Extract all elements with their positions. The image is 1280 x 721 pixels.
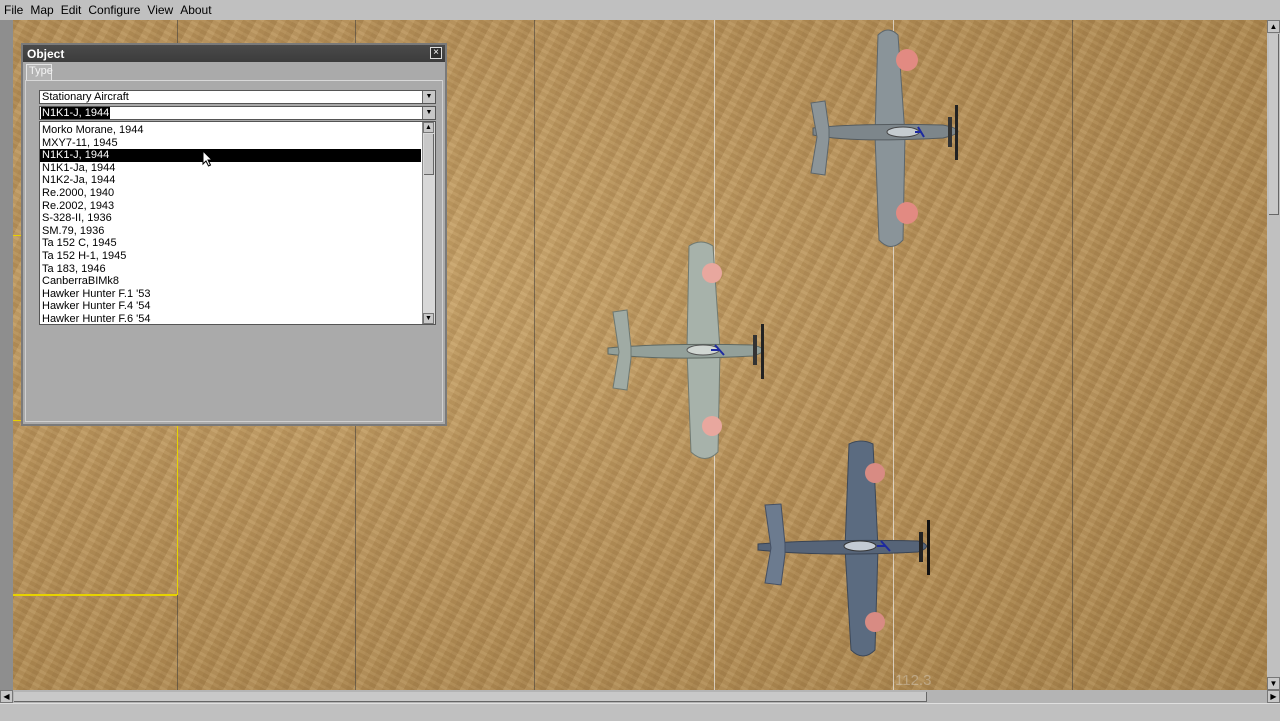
menu-about[interactable]: About: [176, 3, 214, 17]
map-coordinate-label: 112.3: [895, 672, 932, 689]
type-list-scroll-thumb[interactable]: [424, 134, 434, 175]
arrow-up-icon[interactable]: ▲: [1267, 20, 1280, 33]
map-yellow-line: [177, 420, 178, 595]
type-list-scrollbar[interactable]: ▲ ▼: [422, 122, 435, 324]
map-vertical-scrollbar[interactable]: ▲ ▼: [1267, 20, 1280, 690]
chevron-down-icon[interactable]: ▼: [422, 91, 435, 103]
arrow-down-icon[interactable]: ▼: [423, 313, 434, 324]
menu-view[interactable]: View: [143, 3, 176, 17]
list-item[interactable]: Ta 152 C, 1945: [40, 237, 424, 250]
map-yellow-line: [13, 594, 177, 596]
list-item[interactable]: S-328-II, 1936: [40, 212, 424, 225]
close-icon[interactable]: ×: [430, 47, 442, 59]
arrow-left-icon[interactable]: ◀: [0, 690, 13, 703]
list-item[interactable]: MXY7-11, 1945: [40, 137, 424, 150]
menu-map[interactable]: Map: [26, 3, 56, 17]
list-item[interactable]: Re.2000, 1940: [40, 187, 424, 200]
object-panel-titlebar[interactable]: Object ×: [23, 45, 445, 62]
list-item[interactable]: Re.2002, 1943: [40, 200, 424, 213]
arrow-down-icon[interactable]: ▼: [1267, 677, 1280, 690]
list-item[interactable]: SM.79, 1936: [40, 225, 424, 238]
stationary-aircraft-n1k1j[interactable]: [753, 440, 953, 665]
map-horizontal-scrollbar[interactable]: ◀ ▶: [0, 690, 1280, 703]
list-item[interactable]: Hawker Hunter F.6 '54: [40, 313, 424, 324]
map-left-border: [0, 20, 13, 690]
menu-bar: File Map Edit Configure View About: [0, 0, 1280, 20]
list-item[interactable]: N1K1-J, 1944: [40, 149, 421, 162]
chevron-down-icon[interactable]: ▼: [422, 107, 435, 119]
map-grid-line: [534, 20, 535, 690]
arrow-up-icon[interactable]: ▲: [423, 122, 434, 133]
horizontal-scroll-thumb[interactable]: [14, 692, 927, 702]
list-item[interactable]: Morko Morane, 1944: [40, 124, 424, 137]
list-item[interactable]: Hawker Hunter F.4 '54: [40, 300, 424, 313]
list-item[interactable]: Hawker Hunter F.1 '53: [40, 288, 424, 301]
list-item[interactable]: Ta 183, 1946: [40, 263, 424, 276]
menu-file[interactable]: File: [0, 3, 26, 17]
stationary-aircraft-n1k1j[interactable]: [793, 25, 983, 255]
menu-configure[interactable]: Configure: [84, 3, 143, 17]
map-grid-line: [1072, 20, 1073, 690]
type-list[interactable]: Morko Morane, 1944 MXY7-11, 1945 N1K1-J, 1…: [39, 121, 436, 325]
status-bar: [0, 703, 1280, 721]
list-item[interactable]: CanberraBIMk8: [40, 275, 424, 288]
object-panel: Object × Type Stationary Aircraft ▼ N1K1…: [21, 43, 447, 426]
object-panel-title: Object: [27, 47, 65, 61]
stationary-aircraft-n1k1j[interactable]: [603, 240, 783, 465]
type-select-value: N1K1-J, 1944: [41, 107, 111, 119]
list-item[interactable]: N1K2-Ja, 1944: [40, 174, 424, 187]
type-list-items: Morko Morane, 1944 MXY7-11, 1945 N1K1-J, 1…: [40, 124, 424, 324]
type-select[interactable]: N1K1-J, 1944 ▼: [39, 106, 436, 120]
list-item[interactable]: N1K1-Ja, 1944: [40, 162, 424, 175]
tab-type-content: Stationary Aircraft ▼ N1K1-J, 1944 ▼ Mor…: [25, 80, 443, 422]
menu-edit[interactable]: Edit: [57, 3, 85, 17]
tab-type[interactable]: Type: [26, 64, 53, 80]
category-select-value: Stationary Aircraft: [42, 91, 129, 103]
mouse-pointer-icon: [202, 149, 214, 171]
arrow-right-icon[interactable]: ▶: [1267, 690, 1280, 703]
vertical-scroll-thumb[interactable]: [1269, 34, 1279, 215]
object-panel-tabs: Type: [25, 64, 443, 81]
category-select[interactable]: Stationary Aircraft ▼: [39, 90, 436, 104]
list-item[interactable]: Ta 152 H-1, 1945: [40, 250, 424, 263]
